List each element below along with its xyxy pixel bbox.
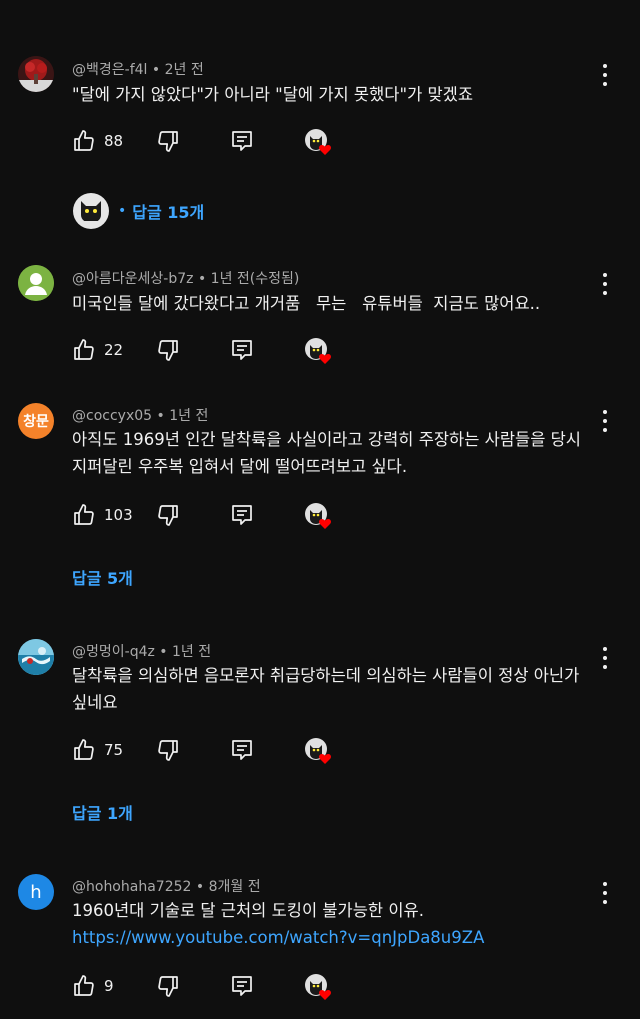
reply-button[interactable]	[230, 128, 254, 154]
comment-time[interactable]: 8개월 전	[209, 879, 261, 895]
avatar-initials: h	[30, 881, 42, 903]
creator-heart-icon	[304, 337, 331, 364]
comment-author[interactable]: @멍멍이-q4z	[72, 644, 155, 660]
comment-author[interactable]: @백경은-f4l	[72, 62, 147, 78]
comment-text: 미국인들 달에 갔다왔다고 개거품 무는 유튜버들 지금도 많어요..	[72, 294, 541, 313]
thumbs-up-icon	[74, 504, 94, 525]
comment-time[interactable]: 1년 전(수정됨)	[211, 271, 300, 287]
comment-actions: 75	[72, 737, 372, 764]
like-count: 22	[104, 341, 124, 359]
more-vert-icon[interactable]	[598, 273, 612, 295]
comment-actions: 9	[72, 973, 372, 1000]
thumbs-up-icon	[74, 739, 94, 760]
comment-meta: @아름다운세상-b7z • 1년 전(수정됨)	[72, 271, 300, 287]
avatar-photo-icon	[18, 56, 54, 92]
like-count: 103	[104, 506, 133, 524]
avatar[interactable]	[18, 265, 54, 301]
creator-heart-icon	[304, 502, 331, 529]
comment-author[interactable]: @아름다운세상-b7z	[72, 271, 193, 287]
comment-author[interactable]: @hohohaha7252	[72, 879, 191, 895]
avatar[interactable]	[18, 56, 54, 92]
comment-text: "달에 가지 않았다"가 아니라 "달에 가지 못했다"가 맞겠죠	[72, 85, 474, 104]
reply-icon	[232, 340, 252, 360]
reply-button[interactable]	[230, 737, 254, 763]
avatar-photo-icon	[18, 639, 54, 675]
avatar[interactable]	[18, 639, 54, 675]
more-vert-icon[interactable]	[598, 882, 612, 904]
like-button[interactable]: 75	[72, 737, 123, 763]
reply-button[interactable]	[230, 502, 254, 528]
more-vert-icon[interactable]	[598, 64, 612, 86]
reply-button[interactable]	[230, 337, 254, 363]
reply-icon	[232, 976, 252, 996]
like-count: 88	[104, 132, 124, 150]
comment-link[interactable]: https://www.youtube.com/watch?v=qnJpDa8u…	[72, 924, 600, 951]
reply-icon	[232, 740, 252, 760]
avatar[interactable]: 창문	[18, 403, 54, 439]
comment-meta: @hohohaha7252 • 8개월 전	[72, 879, 261, 895]
thumbs-down-icon	[158, 976, 178, 997]
like-button[interactable]: 9	[72, 973, 114, 999]
like-button[interactable]: 103	[72, 502, 133, 528]
comment-time[interactable]: 2년 전	[165, 62, 204, 78]
thumbs-down-icon	[158, 131, 178, 152]
avatar-initials: 창문	[23, 414, 49, 430]
comments-page: @백경은-f4l • 2년 전 "달에 가지 않았다"가 아니라 "달에 가지 …	[0, 0, 640, 1019]
reply-icon	[232, 505, 252, 525]
dislike-button[interactable]	[156, 737, 180, 763]
comment-meta: @멍멍이-q4z • 1년 전	[72, 644, 212, 660]
replies-count: 답글 15개	[132, 203, 205, 222]
default-avatar-icon	[18, 265, 54, 301]
dislike-button[interactable]	[156, 973, 180, 999]
avatar[interactable]: h	[18, 874, 54, 910]
thumbs-down-icon	[158, 740, 178, 761]
comment-time[interactable]: 1년 전	[169, 408, 208, 424]
comment-actions: 103	[72, 502, 372, 529]
comment-time[interactable]: 1년 전	[172, 644, 211, 660]
replies-button[interactable]: 답글 5개	[72, 565, 133, 589]
like-button[interactable]: 22	[72, 337, 123, 363]
dislike-button[interactable]	[156, 337, 180, 363]
thumbs-down-icon	[158, 340, 178, 361]
thumbs-up-icon	[74, 975, 94, 996]
comment-actions: 88	[72, 128, 372, 155]
like-count: 9	[104, 977, 114, 995]
creator-heart-icon	[304, 737, 331, 764]
more-vert-icon[interactable]	[598, 410, 612, 432]
reply-icon	[232, 131, 252, 151]
comment-text: 달착륙을 의심하면 음모론자 취급당하는데 의심하는 사람들이 정상 아닌가 싶…	[72, 666, 580, 712]
like-count: 75	[104, 741, 124, 759]
comment-text: 아직도 1969년 인간 달착륙을 사실이라고 강력히 주장하는 사람들을 당시…	[72, 430, 581, 476]
comment-text: 1960년대 기술로 달 근처의 도킹이 불가능한 이유. https://ww…	[72, 897, 600, 951]
thumbs-up-icon	[74, 339, 94, 360]
thumbs-up-icon	[74, 130, 94, 151]
dislike-button[interactable]	[156, 502, 180, 528]
replies-button[interactable]: • 답글 15개	[72, 192, 204, 230]
comment-author[interactable]: @coccyx05	[72, 408, 152, 424]
reply-button[interactable]	[230, 973, 254, 999]
creator-heart-icon	[304, 128, 331, 155]
creator-heart-icon	[304, 973, 331, 1000]
creator-avatar-icon	[73, 193, 109, 229]
thumbs-down-icon	[158, 505, 178, 526]
more-vert-icon[interactable]	[598, 647, 612, 669]
comment-meta: @백경은-f4l • 2년 전	[72, 62, 204, 78]
previous-replies-link[interactable]	[72, 0, 112, 4]
comment-meta: @coccyx05 • 1년 전	[72, 408, 209, 424]
replies-button[interactable]: 답글 1개	[72, 800, 133, 824]
comment-actions: 22	[72, 337, 372, 364]
like-button[interactable]: 88	[72, 128, 123, 154]
dislike-button[interactable]	[156, 128, 180, 154]
